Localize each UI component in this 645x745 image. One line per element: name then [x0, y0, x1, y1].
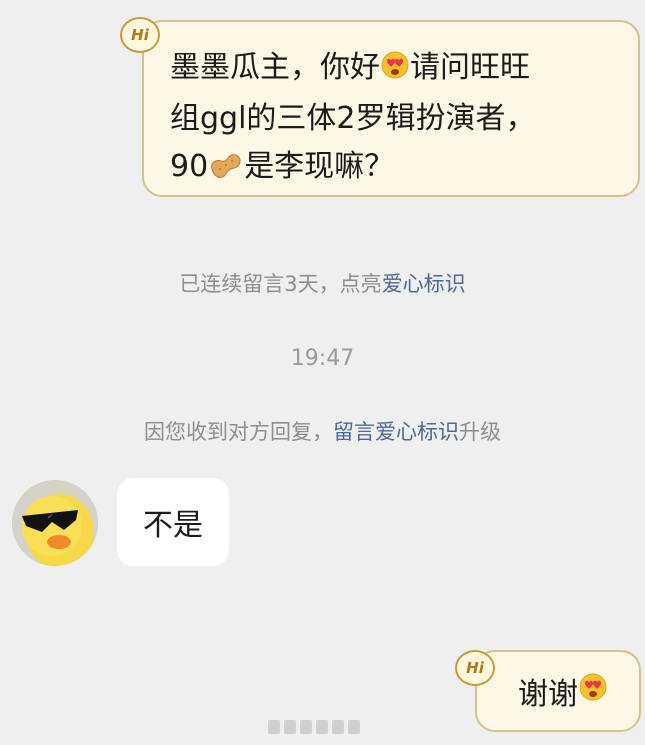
message-text-line3-a: 90: [170, 149, 209, 184]
heart-badge-link[interactable]: 爱心标识: [382, 272, 466, 296]
heart-eyes-face-icon: [380, 47, 410, 95]
upgrade-notice-text: 因您收到对方回复，: [144, 420, 333, 444]
message-bubble-outgoing[interactable]: 墨墨瓜主，你好 请问旺旺 组ggl的三体2罗辑扮演者， 90 是李现嘛？: [142, 20, 640, 197]
watermark: [268, 716, 378, 738]
heart-eyes-face-icon: [578, 672, 608, 710]
message-text: 不是: [143, 508, 203, 543]
avatar[interactable]: [12, 480, 98, 566]
peanut-icon: [208, 146, 244, 194]
upgrade-notice-suffix: 升级: [459, 420, 501, 444]
message-text-line2: 组ggl的三体2罗辑扮演者，: [170, 101, 536, 136]
duck-sunglasses-icon: [12, 480, 98, 566]
message-text-line3-b: 是李现嘛？: [244, 149, 395, 184]
hi-badge: Hi: [120, 17, 160, 53]
message-text: 墨墨瓜主，你好 请问旺旺 组ggl的三体2罗辑扮演者， 90 是李现嘛？: [170, 44, 620, 194]
message-heart-badge-link[interactable]: 留言爱心标识: [333, 420, 459, 444]
message-bubble-incoming[interactable]: 不是: [117, 478, 229, 566]
streak-notice-text: 已连续留言3天，点亮: [179, 272, 382, 296]
hi-badge: Hi: [455, 650, 495, 686]
message-bubble-outgoing[interactable]: 谢谢: [475, 650, 641, 732]
timestamp: 19:47: [290, 346, 355, 371]
message-text-line1-a: 墨墨瓜主，你好: [170, 50, 380, 85]
message-text-line1-b: 请问旺旺: [410, 50, 530, 85]
upgrade-notice: 因您收到对方回复，留言爱心标识升级: [0, 416, 645, 446]
message-text: 谢谢: [518, 677, 578, 712]
streak-notice: 已连续留言3天，点亮爱心标识: [0, 268, 645, 298]
